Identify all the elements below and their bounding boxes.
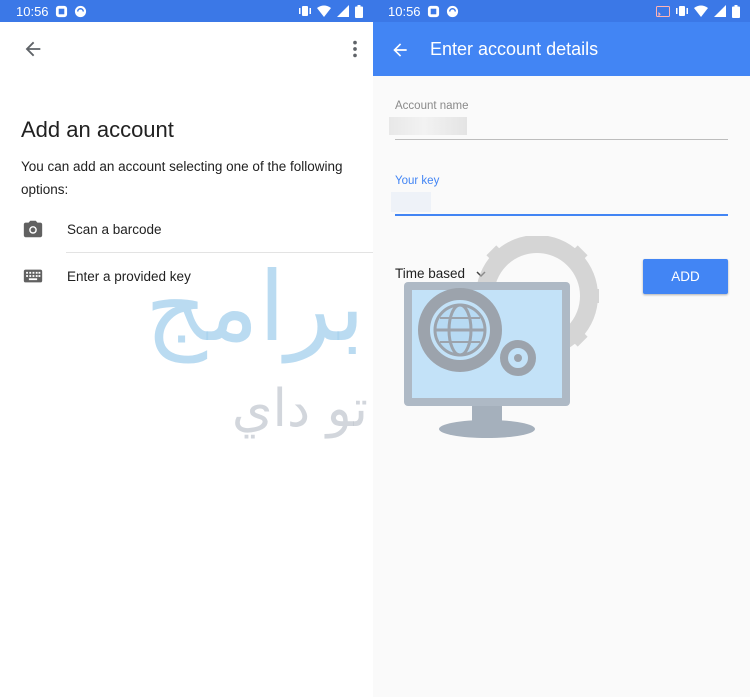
enter-key-label: Enter a provided key bbox=[67, 268, 191, 284]
status-time: 10:56 bbox=[16, 3, 49, 19]
photo-notification-icon bbox=[55, 5, 67, 17]
your-key-input[interactable] bbox=[391, 192, 431, 212]
battery-icon bbox=[355, 4, 363, 18]
cell-signal-icon bbox=[714, 5, 726, 17]
add-button[interactable]: ADD bbox=[643, 259, 728, 294]
sync-notification-icon bbox=[446, 5, 458, 17]
add-account-screen: 10:56 Add an account You can add an acco… bbox=[0, 0, 373, 697]
screenshot-pair: 10:56 Add an account You can add an acco… bbox=[0, 0, 750, 697]
back-arrow-icon[interactable] bbox=[22, 38, 44, 60]
back-arrow-icon[interactable] bbox=[390, 40, 410, 60]
status-time: 10:56 bbox=[388, 3, 421, 19]
account-details-screen: 10:56 Enter account details Account name… bbox=[373, 0, 750, 697]
page-description: You can add an account selecting one of … bbox=[21, 159, 343, 197]
cast-icon bbox=[656, 5, 670, 17]
key-type-dropdown[interactable]: Time based bbox=[395, 266, 487, 281]
status-icons bbox=[656, 4, 740, 18]
wifi-icon bbox=[694, 5, 708, 17]
your-key-underline bbox=[395, 214, 728, 216]
battery-icon bbox=[732, 4, 740, 18]
keyboard-icon bbox=[23, 269, 43, 283]
enter-key-option[interactable]: Enter a provided key bbox=[0, 253, 373, 299]
photo-notification-icon bbox=[427, 5, 439, 17]
app-bar: Enter account details bbox=[373, 22, 750, 76]
your-key-label: Your key bbox=[395, 175, 440, 187]
cell-signal-icon bbox=[337, 5, 349, 17]
camera-icon bbox=[23, 220, 43, 238]
scan-barcode-option[interactable]: Scan a barcode bbox=[0, 206, 373, 252]
status-icons bbox=[299, 4, 363, 18]
account-name-label: Account name bbox=[395, 100, 469, 112]
chevron-down-icon bbox=[476, 270, 486, 277]
vibrate-icon bbox=[676, 6, 688, 16]
vibrate-icon bbox=[299, 6, 311, 16]
account-name-underline bbox=[395, 139, 728, 140]
account-name-input[interactable] bbox=[389, 117, 467, 135]
sync-notification-icon bbox=[74, 5, 86, 17]
status-bar: 10:56 bbox=[373, 0, 750, 22]
key-type-value: Time based bbox=[395, 266, 466, 281]
wifi-icon bbox=[317, 5, 331, 17]
status-bar: 10:56 bbox=[0, 0, 373, 22]
top-bar bbox=[0, 34, 373, 64]
scan-barcode-label: Scan a barcode bbox=[67, 221, 162, 237]
more-options-icon[interactable] bbox=[351, 38, 359, 60]
page-title: Add an account bbox=[21, 117, 174, 142]
app-bar-title: Enter account details bbox=[430, 39, 599, 59]
